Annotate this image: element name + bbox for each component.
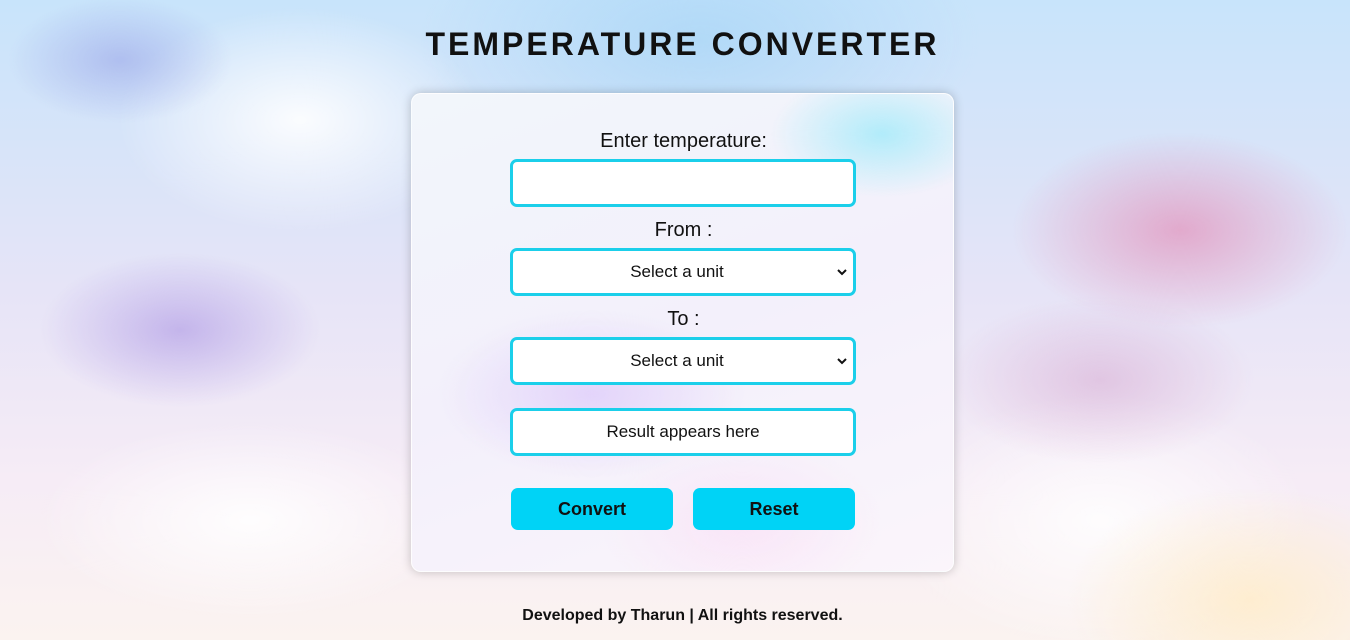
convert-button[interactable]: Convert (511, 488, 673, 530)
to-unit-selected: Select a unit (630, 351, 724, 370)
temperature-input[interactable] (510, 159, 856, 207)
reset-button[interactable]: Reset (693, 488, 855, 530)
from-unit-select[interactable]: Select a unit (510, 248, 856, 296)
chevron-down-icon (837, 358, 847, 365)
temperature-label: Enter temperature: (600, 130, 767, 152)
chevron-down-icon (837, 269, 847, 276)
from-label: From : (654, 219, 713, 241)
converter-card: Enter temperature: From : Select a unit … (411, 93, 954, 572)
result-display: Result appears here (510, 408, 856, 456)
page-title: TEMPERATURE CONVERTER (425, 26, 940, 62)
from-unit-selected: Select a unit (630, 262, 724, 281)
footer-text: Developed by Tharun | All rights reserve… (522, 607, 843, 624)
to-unit-select[interactable]: Select a unit (510, 337, 856, 385)
to-label: To : (667, 308, 700, 330)
